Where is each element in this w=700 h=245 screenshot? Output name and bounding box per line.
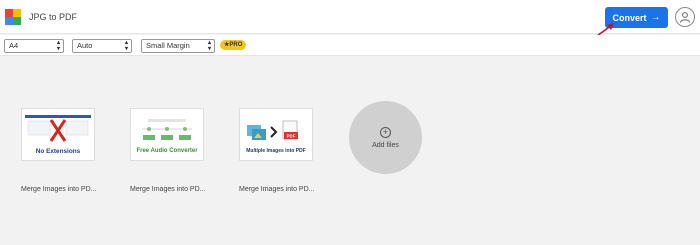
orientation-value: Auto — [77, 41, 93, 50]
file-thumbnail: No Extensions — [25, 115, 91, 157]
file-thumbnail: Free Audio Converter — [134, 115, 200, 157]
user-account-button[interactable] — [675, 7, 695, 27]
add-files-label: Add files — [372, 141, 399, 149]
page-size-value: A4 — [9, 41, 19, 50]
convert-label: Convert — [612, 12, 647, 23]
options-toolbar: A4 ▴ ▾ Auto ▴ ▾ Small Margin ▴ ▾ — [0, 35, 700, 56]
pro-badge[interactable]: ★PRO — [220, 40, 247, 50]
file-tile[interactable]: No Extensions — [21, 108, 95, 161]
orientation-select[interactable]: Auto ▴ ▾ — [72, 39, 132, 53]
user-icon — [680, 12, 690, 23]
svg-text:Free Audio Converter: Free Audio Converter — [136, 148, 198, 154]
svg-text:PDF: PDF — [287, 134, 296, 139]
select-caret-icon: ▴ ▾ — [56, 40, 60, 52]
app-logo-icon — [5, 9, 21, 25]
select-caret-icon: ▴ ▾ — [124, 40, 128, 52]
margin-value: Small Margin — [146, 41, 190, 50]
select-caret-icon: ▴ ▾ — [207, 40, 211, 52]
svg-text:No Extensions: No Extensions — [36, 148, 81, 155]
add-files-button[interactable]: + Add files — [349, 101, 422, 174]
arrow-right-icon: → — [650, 12, 661, 23]
file-name: Merge Images into PD... — [21, 186, 97, 193]
file-tile[interactable]: PDF Multiple Images into PDF — [239, 108, 313, 161]
margin-select[interactable]: Small Margin ▴ ▾ — [141, 39, 215, 53]
plus-circle-icon: + — [380, 126, 391, 138]
file-thumbnail: PDF Multiple Images into PDF — [243, 115, 309, 157]
file-name: Merge Images into PD... — [239, 186, 315, 193]
page-size-select[interactable]: A4 ▴ ▾ — [4, 39, 64, 53]
app-title: JPG to PDF — [29, 12, 78, 22]
svg-text:Multiple Images into PDF: Multiple Images into PDF — [246, 148, 305, 154]
file-name: Merge Images into PD... — [130, 186, 206, 193]
file-tile[interactable]: Free Audio Converter — [130, 108, 204, 161]
